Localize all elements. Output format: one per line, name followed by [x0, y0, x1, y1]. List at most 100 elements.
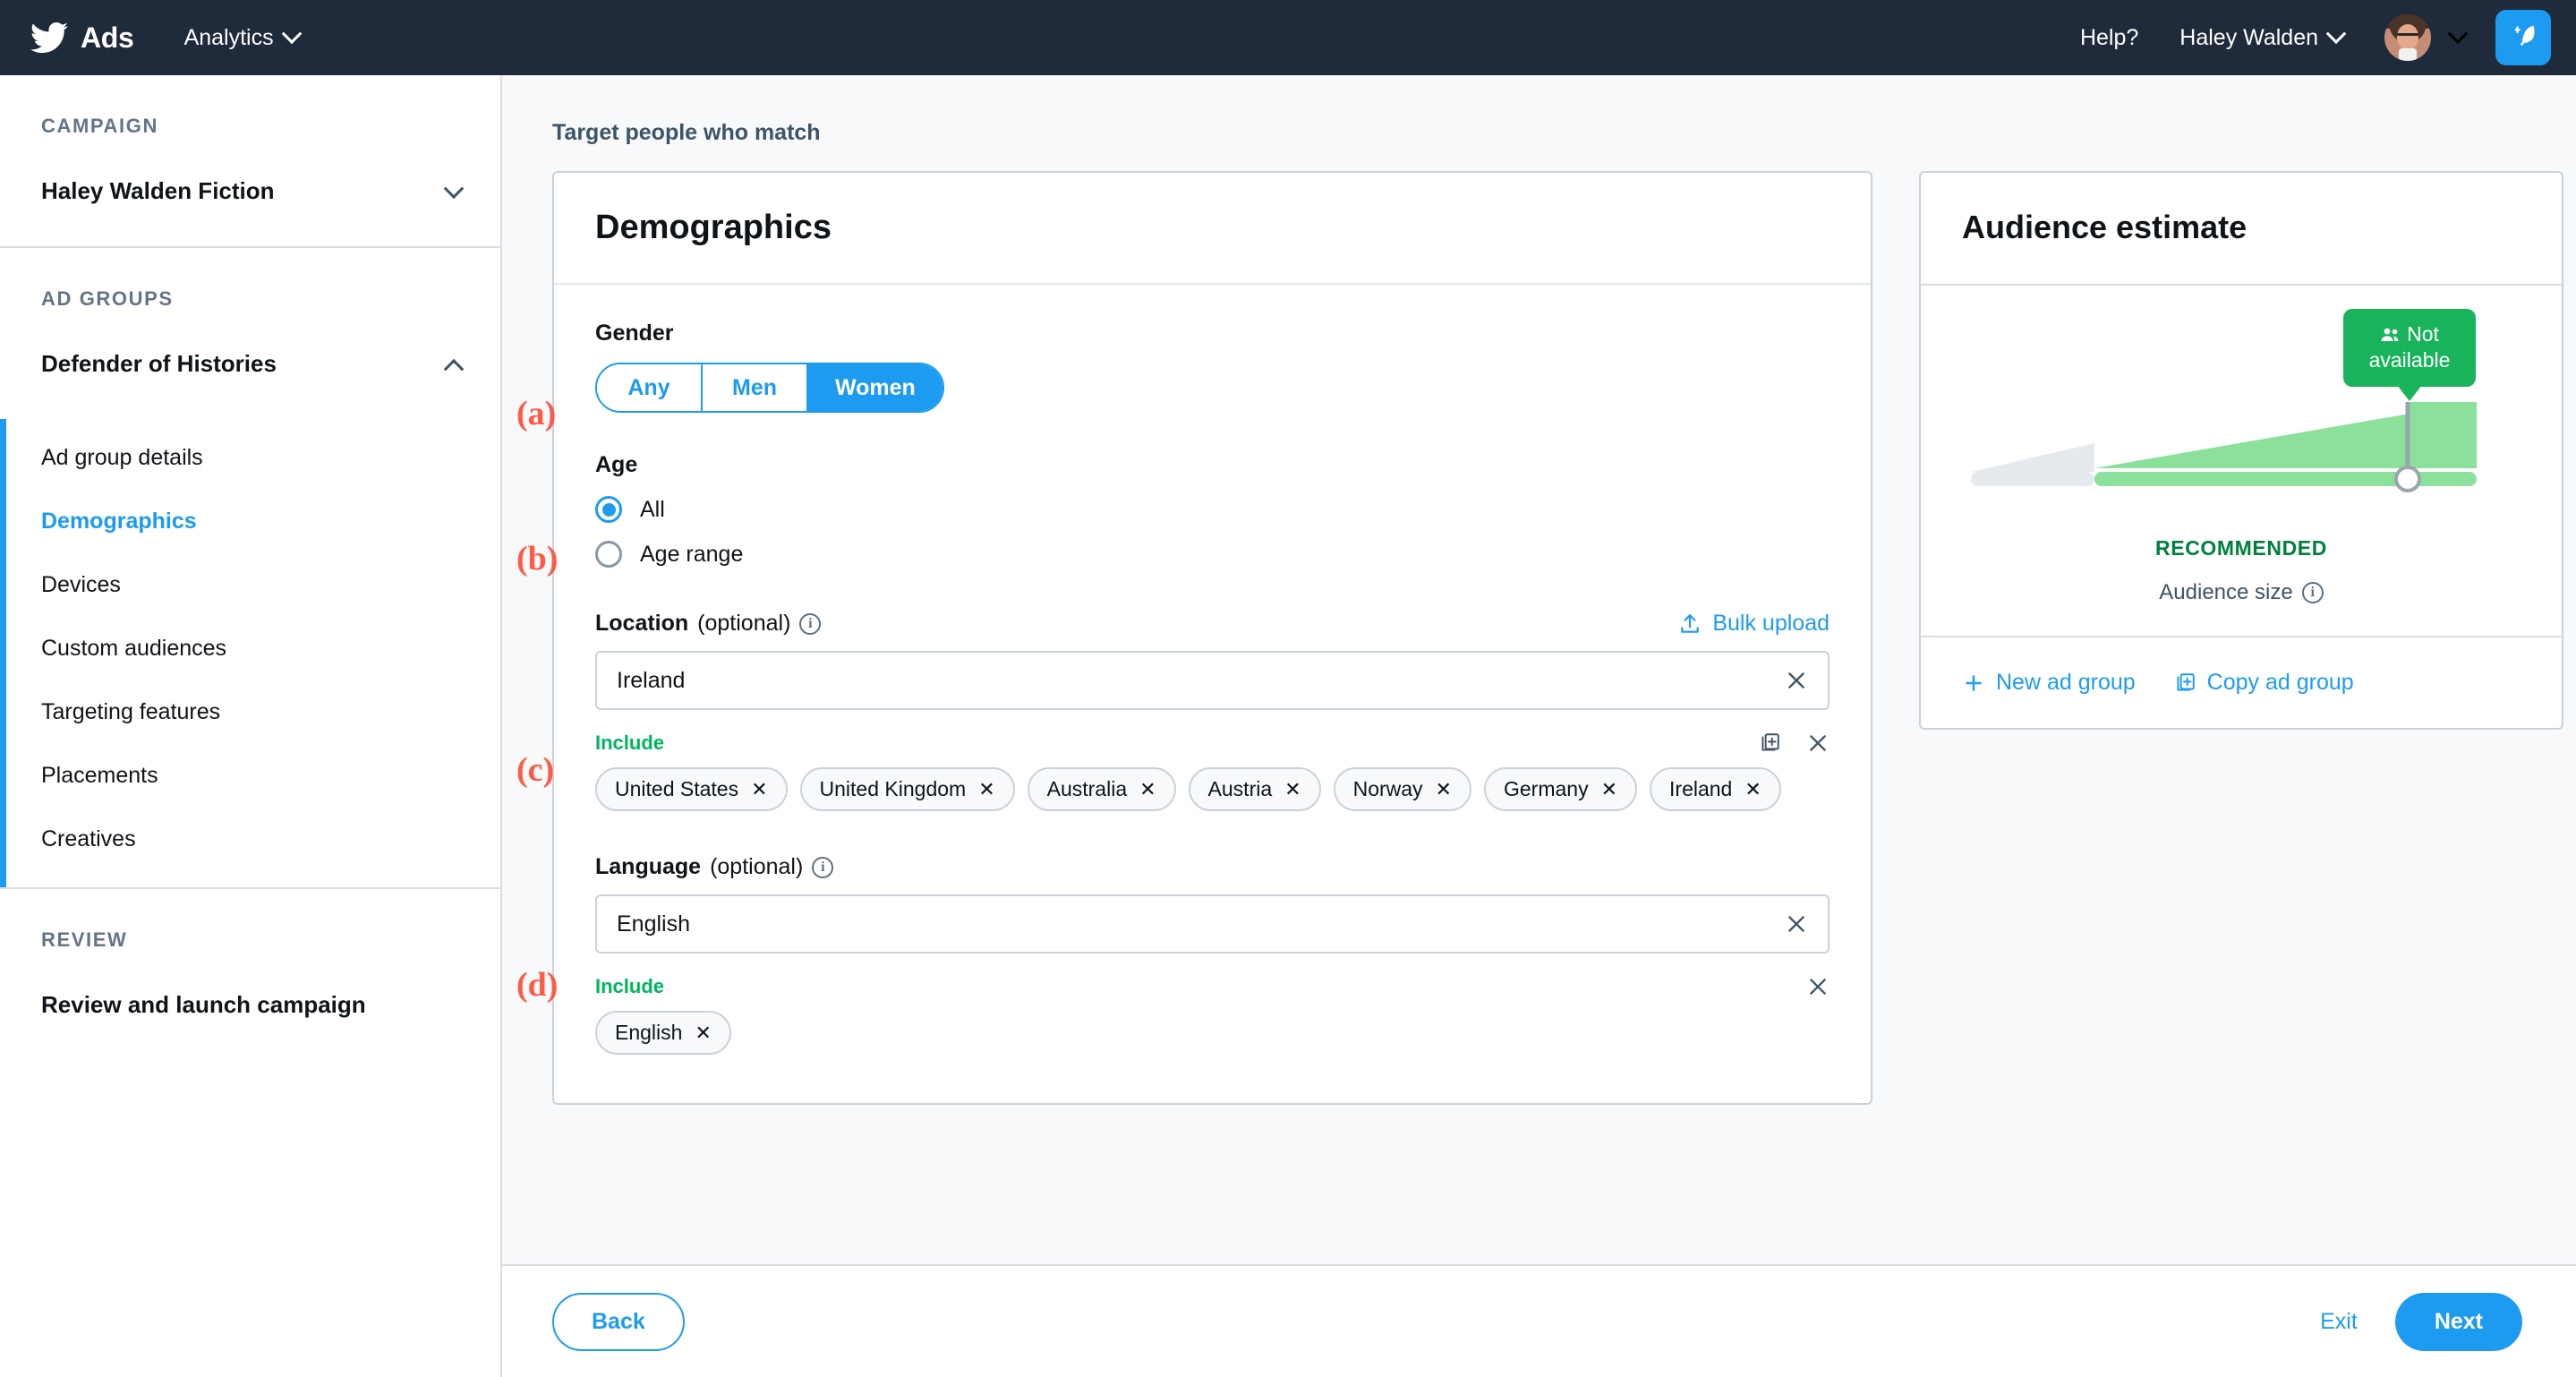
info-icon[interactable]: i — [812, 857, 833, 878]
age-option-range[interactable]: Age range — [595, 541, 1830, 568]
sidebar-item-creatives[interactable]: Creatives — [41, 808, 500, 871]
age-option-all-label: All — [640, 497, 665, 523]
chevron-down-icon — [2448, 23, 2469, 44]
language-block: Language (optional) i English — [595, 854, 1830, 1055]
chip-location[interactable]: Australia✕ — [1028, 767, 1176, 811]
chip-remove-icon[interactable]: ✕ — [751, 778, 767, 801]
new-ad-group-button[interactable]: New ad group — [1962, 670, 2136, 696]
chip-remove-icon[interactable]: ✕ — [1436, 778, 1452, 801]
next-button[interactable]: Next — [2395, 1293, 2522, 1351]
language-include-actions — [1806, 975, 1830, 998]
chip-location[interactable]: United Kingdom✕ — [800, 767, 1015, 811]
help-link[interactable]: Help? — [2080, 25, 2138, 51]
chevron-down-icon — [2326, 23, 2347, 44]
account-name: Haley Walden — [2179, 25, 2318, 51]
help-label: Help? — [2080, 25, 2138, 51]
close-icon[interactable] — [1785, 669, 1808, 692]
demographics-card: Demographics Gender Any Men Women — [552, 171, 1872, 1105]
copy-ad-group-button[interactable]: Copy ad group — [2173, 670, 2354, 696]
audience-estimate-body: Not available — [1921, 286, 2562, 636]
avatar — [2384, 14, 2431, 61]
page-body: CAMPAIGN Haley Walden Fiction AD GROUPS … — [0, 75, 2576, 1377]
location-label-group: Location (optional) i — [595, 611, 821, 637]
chip-remove-icon[interactable]: ✕ — [695, 1022, 711, 1045]
twitter-bird-icon — [30, 19, 68, 56]
sidebar-item-review-launch[interactable]: Review and launch campaign — [41, 952, 500, 1019]
annotation-b: (b) — [516, 539, 558, 578]
target-people-label: Target people who match — [502, 75, 2576, 171]
language-optional: (optional) — [710, 854, 803, 880]
chip-remove-icon[interactable]: ✕ — [978, 778, 994, 801]
sidebar-item-targeting-features[interactable]: Targeting features — [41, 680, 500, 744]
sidebar-item-placements[interactable]: Placements — [41, 744, 500, 808]
chevron-up-icon — [444, 358, 465, 379]
audience-size-row: Audience size i — [1962, 580, 2521, 605]
brand-logo[interactable]: Ads — [30, 19, 134, 56]
chip-location[interactable]: Germany ✕ — [1484, 767, 1637, 811]
chip-location[interactable]: Ireland✕ — [1650, 767, 1781, 811]
chip-label: Germany — [1504, 777, 1589, 801]
people-icon — [2380, 327, 2401, 343]
gender-option-men[interactable]: Men — [703, 364, 808, 411]
sidebar-review-label: REVIEW — [41, 889, 500, 952]
copy-icon[interactable] — [1758, 731, 1781, 755]
top-bar-right-group: Help? Haley Walden — [2080, 10, 2576, 65]
sidebar-adgroups-section: AD GROUPS Defender of Histories — [0, 248, 500, 419]
sidebar-item-demographics[interactable]: Demographics — [41, 490, 500, 553]
bulk-upload-link[interactable]: Bulk upload — [1678, 611, 1830, 637]
audience-estimate-footer: New ad group Copy ad group — [1921, 636, 2562, 728]
exit-link[interactable]: Exit — [2320, 1309, 2358, 1335]
chip-location[interactable]: Austria✕ — [1189, 767, 1321, 811]
location-input[interactable]: Ireland — [595, 651, 1830, 710]
radio-selected-icon — [595, 496, 622, 523]
account-menu[interactable]: Haley Walden — [2179, 25, 2343, 51]
top-navigation-bar: Ads Analytics Help? Haley Walden — [0, 0, 2576, 75]
chip-remove-icon[interactable]: ✕ — [1284, 778, 1301, 801]
annotation-d: (d) — [516, 965, 558, 1005]
location-chip-list: United States✕ United Kingdom✕ Australia… — [595, 767, 1830, 811]
sidebar-adgroup-name: Defender of Histories — [41, 311, 277, 419]
upload-icon — [1678, 612, 1702, 636]
age-option-all[interactable]: All — [595, 496, 1830, 523]
audience-estimate-title: Audience estimate — [1962, 209, 2521, 246]
gender-toggle[interactable]: Any Men Women — [595, 363, 944, 413]
sidebar-item-custom-audiences[interactable]: Custom audiences — [41, 617, 500, 680]
brand-name: Ads — [81, 21, 134, 55]
language-label: Language — [595, 854, 701, 880]
age-option-range-label: Age range — [640, 542, 743, 568]
close-icon[interactable] — [1785, 912, 1808, 936]
location-include-row: Include — [595, 731, 1830, 755]
location-label: Location — [595, 611, 688, 637]
demographics-column: Demographics Gender Any Men Women — [552, 171, 1872, 1105]
language-input[interactable]: English — [595, 894, 1830, 954]
chip-remove-icon[interactable]: ✕ — [1139, 778, 1156, 801]
chip-language[interactable]: English✕ — [595, 1011, 731, 1055]
age-label: Age — [595, 452, 1830, 478]
sidebar-item-ad-group-details[interactable]: Ad group details — [41, 426, 500, 490]
info-icon[interactable]: i — [2302, 582, 2324, 603]
close-icon[interactable] — [1806, 731, 1830, 755]
language-include-label: Include — [595, 975, 664, 998]
sidebar-campaign-row[interactable]: Haley Walden Fiction — [41, 138, 500, 246]
sidebar-item-devices[interactable]: Devices — [41, 553, 500, 617]
back-button[interactable]: Back — [552, 1293, 685, 1351]
chip-remove-icon[interactable]: ✕ — [1744, 778, 1761, 801]
nav-analytics[interactable]: Analytics — [184, 25, 299, 51]
annotation-c: (c) — [516, 750, 554, 790]
profile-menu[interactable] — [2384, 14, 2465, 61]
audience-estimate-card: Audience estimate — [1919, 171, 2563, 730]
age-radio-group: All Age range — [595, 496, 1830, 568]
chip-remove-icon[interactable]: ✕ — [1601, 778, 1617, 801]
chip-location[interactable]: United States✕ — [595, 767, 788, 811]
chip-location[interactable]: Norway✕ — [1334, 767, 1471, 811]
sidebar-adgroup-row[interactable]: Defender of Histories — [41, 311, 500, 419]
nav-analytics-label: Analytics — [184, 25, 274, 51]
location-block: Location (optional) i — [595, 611, 1830, 811]
twitter-ads-demographics-page: Ads Analytics Help? Haley Walden — [0, 0, 2576, 1377]
info-icon[interactable]: i — [799, 613, 821, 635]
gender-option-any[interactable]: Any — [597, 364, 703, 411]
compose-tweet-button[interactable] — [2495, 10, 2551, 65]
gender-option-women[interactable]: Women — [808, 364, 943, 411]
close-icon[interactable] — [1806, 975, 1830, 998]
main-content: Target people who match Demographics Gen… — [502, 75, 2576, 1377]
